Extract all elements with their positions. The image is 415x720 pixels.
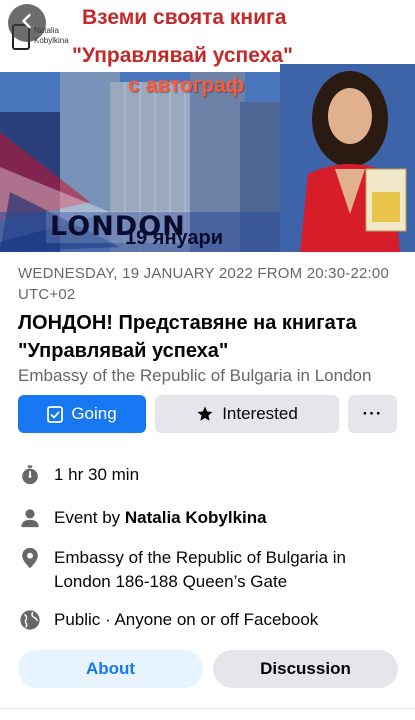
location-pin-icon (18, 546, 42, 570)
going-button[interactable]: Going (18, 395, 146, 433)
host-text: Event by Natalia Kobylkina (54, 506, 267, 530)
event-venue-link[interactable]: Embassy of the Republic of Bulgaria in L… (18, 364, 393, 388)
author-portrait (280, 64, 415, 252)
interested-button[interactable]: Interested (155, 395, 339, 433)
location-text[interactable]: Embassy of the Republic of Bulgaria in L… (54, 546, 398, 594)
back-button[interactable] (8, 4, 46, 42)
interested-label: Interested (222, 404, 298, 423)
stopwatch-icon (18, 463, 42, 487)
going-label: Going (71, 404, 117, 423)
event-cover-image: Natalia Kobylkina Вземи своята книга "Уп… (0, 0, 415, 252)
event-tabs: About Discussion (18, 650, 398, 688)
more-icon: ··· (362, 404, 383, 423)
event-datetime: WEDNESDAY, 19 JANUARY 2022 FROM 20:30-22… (18, 265, 389, 303)
globe-icon (18, 608, 42, 632)
cover-headline-line3: с автограф (128, 74, 245, 97)
more-options-button[interactable]: ··· (348, 395, 397, 433)
rsvp-actions: Going Interested ··· (18, 395, 398, 433)
tab-about[interactable]: About (18, 650, 203, 688)
calendar-check-icon (47, 405, 64, 423)
section-divider (0, 708, 415, 709)
privacy-row: Public · Anyone on or off Facebook (18, 608, 398, 632)
chevron-left-icon (19, 13, 35, 34)
tab-discussion[interactable]: Discussion (213, 650, 398, 688)
cover-headline-line1: Вземи своята книга (82, 6, 287, 29)
duration-row: 1 hr 30 min (18, 463, 398, 487)
location-row: Embassy of the Republic of Bulgaria in L… (18, 546, 398, 594)
event-title: ЛОНДОН! Представяне на книгата "Управляв… (18, 312, 357, 362)
host-row: Event by Natalia Kobylkina (18, 506, 398, 530)
duration-text: 1 hr 30 min (54, 465, 140, 484)
host-prefix: Event by (54, 508, 121, 527)
cover-date-text: 19 януари (125, 227, 224, 249)
host-name-link[interactable]: Natalia Kobylkina (125, 508, 267, 527)
privacy-text: Public · Anyone on or off Facebook (54, 610, 319, 629)
person-icon (18, 506, 42, 530)
cover-headline-line2: "Управлявай успеха" (72, 44, 293, 67)
star-icon (196, 405, 214, 423)
